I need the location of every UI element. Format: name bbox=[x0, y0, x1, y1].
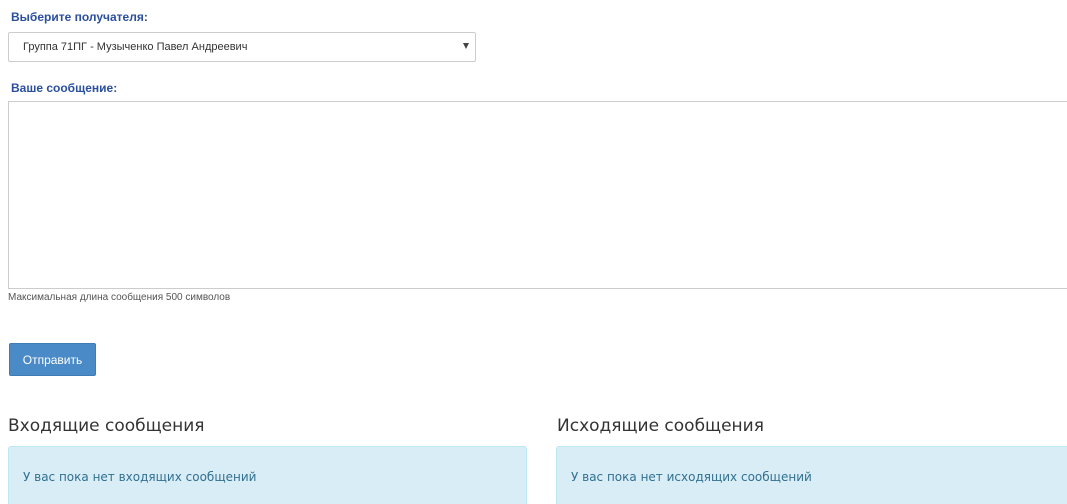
recipient-label: Выберите получателя: bbox=[11, 10, 148, 24]
message-textarea[interactable] bbox=[8, 101, 1067, 289]
caret-down-icon bbox=[463, 43, 469, 49]
recipient-select-value: Группа 71ПГ - Музыченко Павел Андреевич bbox=[23, 41, 248, 53]
outgoing-messages-panel: У вас пока нет исходящих сообщений bbox=[556, 446, 1067, 504]
send-button[interactable]: Отправить bbox=[9, 343, 96, 376]
incoming-messages-panel: У вас пока нет входящих сообщений bbox=[8, 446, 527, 504]
incoming-empty-text: У вас пока нет входящих сообщений bbox=[23, 470, 257, 484]
message-length-hint: Максимальная длина сообщения 500 символо… bbox=[8, 292, 231, 303]
recipient-select[interactable]: Группа 71ПГ - Музыченко Павел Андреевич bbox=[8, 32, 476, 62]
outgoing-empty-text: У вас пока нет исходящих сообщений bbox=[571, 470, 812, 484]
outgoing-messages-title: Исходящие сообщения bbox=[557, 416, 764, 436]
message-label: Ваше сообщение: bbox=[11, 81, 118, 95]
incoming-messages-title: Входящие сообщения bbox=[8, 416, 205, 436]
